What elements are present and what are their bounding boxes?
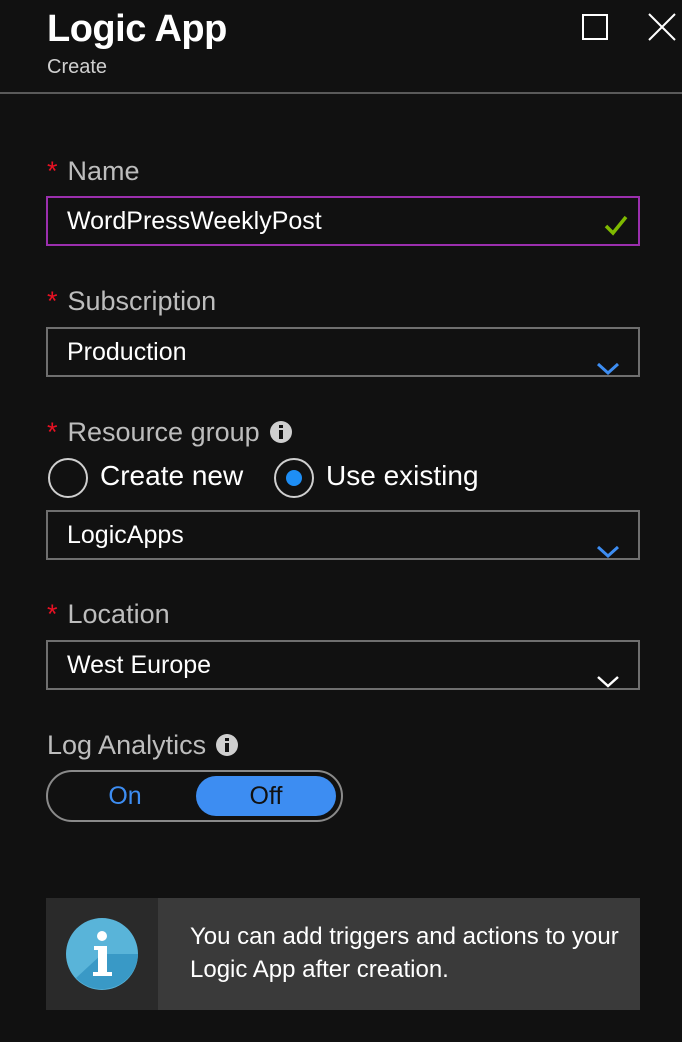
info-message-panel: You can add triggers and actions to your…: [46, 898, 640, 1010]
resource-group-dropdown[interactable]: LogicApps: [46, 510, 640, 560]
name-label: * Name: [47, 156, 140, 187]
info-icon: [66, 918, 138, 990]
toggle-off-option[interactable]: Off: [196, 776, 336, 816]
chevron-down-icon: [596, 345, 620, 391]
toggle-on-option[interactable]: On: [52, 776, 198, 816]
log-analytics-toggle[interactable]: On Off: [46, 770, 343, 822]
use-existing-label[interactable]: Use existing: [326, 460, 479, 492]
required-asterisk: *: [47, 599, 58, 629]
blade-header: Logic App Create: [0, 0, 682, 94]
subscription-value: Production: [67, 338, 187, 366]
subscription-dropdown[interactable]: Production: [46, 327, 640, 377]
required-asterisk: *: [47, 156, 58, 186]
name-input[interactable]: WordPressWeeklyPost: [46, 196, 640, 246]
location-value: West Europe: [67, 651, 212, 679]
chevron-down-icon: [596, 528, 620, 574]
required-asterisk: *: [47, 286, 58, 316]
blade-subtitle: Create: [47, 56, 108, 78]
close-icon[interactable]: [645, 10, 679, 44]
log-analytics-label-text: Log Analytics: [47, 730, 207, 760]
chevron-down-icon: [596, 658, 620, 704]
subscription-label: * Subscription: [47, 286, 216, 317]
blade-title: Logic App: [47, 8, 227, 50]
location-label-text: Location: [67, 599, 170, 629]
resource-group-value: LogicApps: [67, 521, 184, 549]
name-input-value: WordPressWeeklyPost: [67, 207, 322, 235]
info-message-text: You can add triggers and actions to your…: [190, 923, 619, 983]
location-label: * Location: [47, 599, 170, 630]
create-new-radio[interactable]: [48, 458, 88, 498]
subscription-label-text: Subscription: [67, 286, 217, 316]
resource-group-label: * Resource group: [47, 417, 292, 448]
info-icon[interactable]: [269, 420, 292, 443]
name-label-text: Name: [67, 156, 140, 186]
resource-group-label-text: Resource group: [67, 417, 260, 447]
maximize-icon[interactable]: [578, 10, 612, 44]
checkmark-icon: [602, 208, 630, 254]
create-new-label[interactable]: Create new: [100, 460, 243, 492]
required-asterisk: *: [47, 417, 58, 447]
log-analytics-label: Log Analytics: [47, 730, 239, 761]
use-existing-radio[interactable]: [274, 458, 314, 498]
location-dropdown[interactable]: West Europe: [46, 640, 640, 690]
info-message-icon-box: [46, 898, 158, 1010]
info-icon[interactable]: [216, 733, 239, 756]
